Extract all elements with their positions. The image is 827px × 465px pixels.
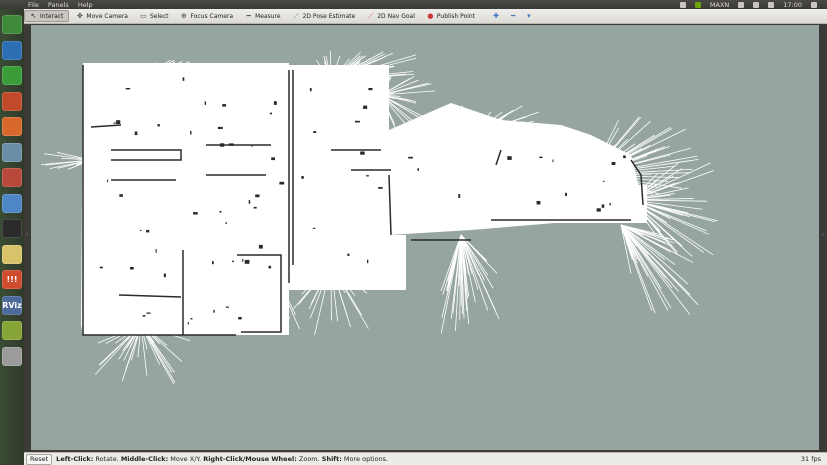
tool-label: Move Camera <box>86 13 128 20</box>
chromium-icon[interactable] <box>2 194 22 213</box>
left-click-desc: Rotate. <box>93 455 120 463</box>
system-tray: MAXN 17:00 <box>680 1 827 9</box>
tool-label: Focus Camera <box>190 13 233 20</box>
libreoffice-writer-icon[interactable] <box>2 41 22 60</box>
tools-toolbar: ↖Interact✥Move Camera▭Select⊕Focus Camer… <box>24 9 827 24</box>
left-panel-collapse-handle[interactable]: ◂ <box>25 231 29 241</box>
app-menu: File Panels Help <box>0 1 93 9</box>
left-click-key: Left-Click: <box>56 455 93 463</box>
menu-help[interactable]: Help <box>78 1 93 9</box>
middle-click-key: Middle-Click: <box>121 455 168 463</box>
tool-nav-goal[interactable]: ⟋2D Nav Goal <box>362 10 420 22</box>
tool-label: Select <box>150 13 169 20</box>
add-tool-icon[interactable]: ✚ <box>488 10 504 22</box>
render-view[interactable] <box>31 25 819 450</box>
tool-label: Measure <box>255 13 281 20</box>
libreoffice-calc-icon[interactable] <box>2 66 22 85</box>
tool-pose-estimate[interactable]: ⟋2D Pose Estimate <box>288 10 361 22</box>
green-arrow-icon: ⟋ <box>293 13 300 20</box>
power-gear-icon[interactable] <box>811 2 817 8</box>
rviz-icon[interactable]: RViz <box>2 296 22 315</box>
chat-icon[interactable] <box>680 2 686 8</box>
right-panel-collapse-handle[interactable]: ▸ <box>822 231 826 241</box>
right-click-key: Right-Click/Mouse Wheel: <box>203 455 297 463</box>
volume-icon[interactable] <box>768 2 774 8</box>
tool-properties-icon[interactable]: ▾ <box>522 10 536 22</box>
keyboard-icon[interactable] <box>753 2 759 8</box>
drive-icon[interactable] <box>2 347 22 366</box>
right-click-desc: Zoom. <box>297 455 322 463</box>
status-help-text: Left-Click: Rotate. Middle-Click: Move X… <box>56 455 388 463</box>
remove-tool-icon[interactable]: ━ <box>506 10 520 22</box>
files-icon[interactable] <box>2 15 22 34</box>
libreoffice-impress-icon[interactable] <box>2 117 22 136</box>
screenshot-icon[interactable] <box>2 143 22 162</box>
camera-icon[interactable] <box>2 321 22 340</box>
menu-panels[interactable]: Panels <box>48 1 69 9</box>
menu-file[interactable]: File <box>28 1 39 9</box>
move-camera-icon: ✥ <box>76 13 83 20</box>
reset-button[interactable]: Reset <box>26 454 52 465</box>
clock[interactable]: 17:00 <box>783 1 802 9</box>
status-bar: Reset Left-Click: Rotate. Middle-Click: … <box>24 452 827 465</box>
tool-label: 2D Nav Goal <box>377 13 415 20</box>
ruler-icon: ━ <box>245 13 252 20</box>
archive-icon[interactable] <box>2 92 22 111</box>
tool-publish-point[interactable]: ●Publish Point <box>422 10 480 22</box>
focus-camera-icon: ⊕ <box>180 13 187 20</box>
power-mode-label[interactable]: MAXN <box>710 1 729 9</box>
terminal-icon[interactable] <box>2 219 22 238</box>
tool-label: Publish Point <box>437 13 475 20</box>
map-free-space <box>81 63 647 335</box>
launcher: !!! RViz <box>0 9 24 464</box>
cursor-icon: ↖ <box>30 13 37 20</box>
tool-label: Interact <box>40 13 63 20</box>
text-editor-icon[interactable] <box>2 245 22 264</box>
tool-label: 2D Pose Estimate <box>303 13 356 20</box>
system-top-bar: File Panels Help MAXN 17:00 <box>0 0 827 9</box>
tool-focus-camera[interactable]: ⊕Focus Camera <box>175 10 238 22</box>
pink-arrow-icon: ⟋ <box>367 13 374 20</box>
middle-click-desc: Move X/Y. <box>168 455 203 463</box>
shift-desc: More options. <box>342 455 388 463</box>
map-pin-icon: ● <box>427 13 434 20</box>
nvidia-icon[interactable] <box>695 2 701 8</box>
mplayer-icon[interactable]: !!! <box>2 270 22 289</box>
occupancy-grid-map <box>31 25 819 450</box>
settings-icon[interactable] <box>2 168 22 187</box>
shift-key: Shift: <box>322 455 342 463</box>
tool-interact[interactable]: ↖Interact <box>24 10 69 22</box>
select-icon: ▭ <box>140 13 147 20</box>
tool-select[interactable]: ▭Select <box>135 10 174 22</box>
tool-move-camera[interactable]: ✥Move Camera <box>71 10 133 22</box>
wifi-icon[interactable] <box>738 2 744 8</box>
fps-counter: 31 fps <box>801 455 827 463</box>
tool-measure[interactable]: ━Measure <box>240 10 286 22</box>
